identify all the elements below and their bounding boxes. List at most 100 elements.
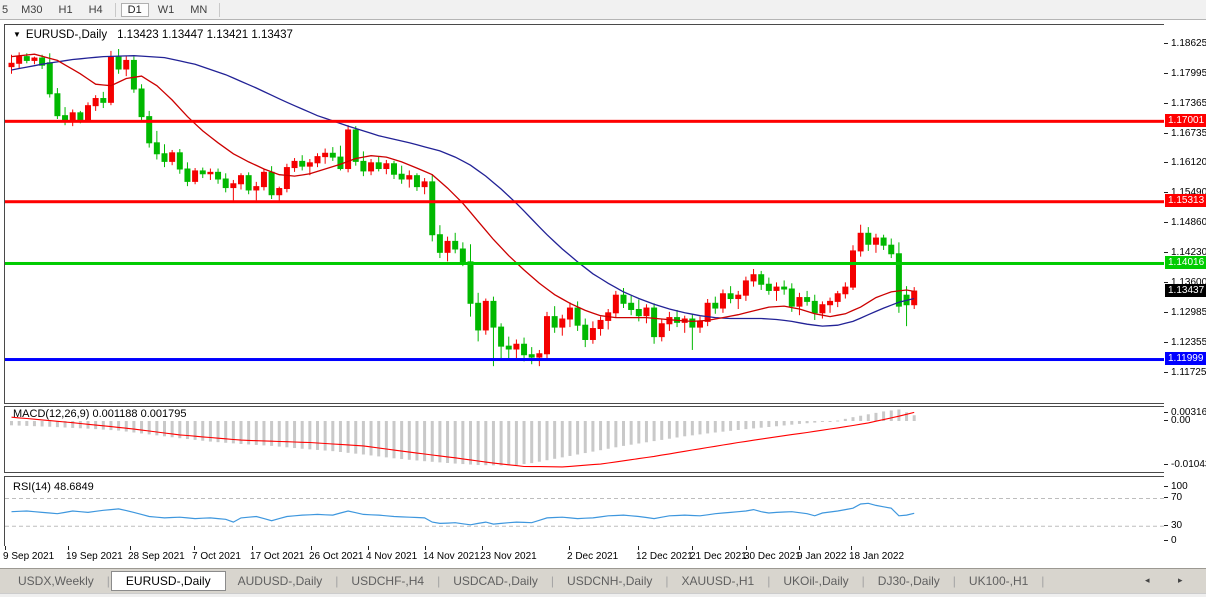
date-axis-tick — [311, 546, 312, 550]
price-axis-label: 1.17365 — [1171, 98, 1206, 109]
rsi-axis-label: 0 — [1171, 535, 1177, 546]
tab-xauusd-h1[interactable]: XAUUSD-,H1 — [670, 571, 767, 591]
price-level-tag: 1.17001 — [1165, 114, 1206, 127]
rsi-indicator-chart[interactable] — [4, 476, 1166, 548]
date-axis-tick — [194, 546, 195, 550]
price-axis-tick — [1164, 43, 1168, 44]
price-axis-label: 1.14860 — [1171, 217, 1206, 228]
tab-separator: | — [335, 574, 338, 588]
current-price-tag: 1.13437 — [1165, 284, 1206, 297]
date-axis-label: 2 Dec 2021 — [567, 551, 618, 562]
rsi-axis-tick — [1164, 540, 1168, 541]
tab-scroll-left-icon[interactable]: ◂ — [1145, 575, 1150, 586]
date-axis-tick — [692, 546, 693, 550]
tab-dj30-daily[interactable]: DJ30-,Daily — [866, 571, 952, 591]
timeframe-button-d1[interactable]: D1 — [121, 3, 149, 17]
tab-usdx-weekly[interactable]: USDX,Weekly — [6, 571, 106, 591]
date-axis-tick — [799, 546, 800, 550]
macd-axis-tick — [1164, 412, 1168, 413]
price-axis-label: 1.16735 — [1171, 128, 1206, 139]
tab-audusd-daily[interactable]: AUDUSD-,Daily — [226, 571, 335, 591]
date-axis-tick — [638, 546, 639, 550]
tab-separator: | — [862, 574, 865, 588]
timeframe-button-5[interactable]: 5 — [1, 3, 12, 17]
symbol-dropdown-icon[interactable]: ▼ — [13, 30, 21, 39]
date-axis-label: 7 Oct 2021 — [192, 551, 241, 562]
price-level-tag: 1.15313 — [1165, 194, 1206, 207]
date-axis-tick — [851, 546, 852, 550]
tab-scroll-right-icon[interactable]: ▸ — [1178, 575, 1183, 586]
tab-usdchf-h4[interactable]: USDCHF-,H4 — [339, 571, 436, 591]
date-axis-label: 28 Sep 2021 — [128, 551, 185, 562]
date-axis-label: 18 Jan 2022 — [849, 551, 904, 562]
date-axis-tick — [130, 546, 131, 550]
price-level-tag: 1.11999 — [1165, 352, 1206, 365]
date-axis-label: 12 Dec 2021 — [636, 551, 693, 562]
tab-separator: | — [767, 574, 770, 588]
price-level-tag: 1.14016 — [1165, 256, 1206, 269]
rsi-axis-label: 70 — [1171, 492, 1182, 503]
price-axis-label: 1.17995 — [1171, 68, 1206, 79]
price-level-line[interactable] — [5, 200, 1165, 203]
rsi-axis-label: 100 — [1171, 481, 1188, 492]
date-axis-label: 17 Oct 2021 — [250, 551, 304, 562]
date-axis[interactable]: 9 Sep 2021 19 Sep 2021 28 Sep 2021 7 Oct 20… — [0, 546, 1206, 566]
price-level-line[interactable] — [5, 358, 1165, 361]
price-axis-tick — [1164, 342, 1168, 343]
timeframe-button-m30[interactable]: M30 — [14, 3, 49, 17]
date-axis-label: 23 Nov 2021 — [480, 551, 537, 562]
date-axis-label: 26 Oct 2021 — [309, 551, 363, 562]
macd-axis-label: 0.00 — [1171, 415, 1190, 426]
price-axis-tick — [1164, 73, 1168, 74]
tab-ukoil-daily[interactable]: UKOil-,Daily — [771, 571, 860, 591]
date-axis-tick — [425, 546, 426, 550]
price-axis-tick — [1164, 192, 1168, 193]
date-axis-tick — [68, 546, 69, 550]
date-axis-label: 9 Sep 2021 — [3, 551, 54, 562]
price-axis-tick — [1164, 372, 1168, 373]
date-axis-label: 9 Jan 2022 — [797, 551, 847, 562]
price-axis-tick — [1164, 222, 1168, 223]
timeframe-button-mn[interactable]: MN — [183, 3, 214, 17]
toolbar-separator — [115, 3, 116, 17]
rsi-label: RSI(14) 48.6849 — [13, 481, 94, 493]
price-axis-label: 1.12985 — [1171, 307, 1206, 318]
date-axis-tick — [482, 546, 483, 550]
price-axis-tick — [1164, 252, 1168, 253]
macd-label: MACD(12,26,9) 0.001188 0.001795 — [13, 408, 186, 420]
price-axis[interactable]: 1.186251.179951.173651.167351.161201.154… — [1164, 24, 1206, 566]
chart-title: ▼ EURUSD-,Daily 1.13423 1.13447 1.13421 1.… — [13, 29, 293, 41]
candlestick-chart[interactable] — [4, 24, 1166, 404]
tab-separator: | — [665, 574, 668, 588]
date-axis-tick — [368, 546, 369, 550]
timeframe-button-h1[interactable]: H1 — [52, 3, 80, 17]
price-axis-label: 1.11725 — [1171, 367, 1206, 378]
date-axis-label: 4 Nov 2021 — [366, 551, 417, 562]
chart-symbol-label: EURUSD-,Daily — [26, 29, 107, 41]
macd-axis-tick — [1164, 464, 1168, 465]
chart-ohlc-values: 1.13423 1.13447 1.13421 1.13437 — [117, 29, 293, 41]
timeframe-button-h4[interactable]: H4 — [82, 3, 110, 17]
price-level-line[interactable] — [5, 262, 1165, 265]
price-axis-tick — [1164, 103, 1168, 104]
price-axis-label: 1.16120 — [1171, 157, 1206, 168]
tab-uk100-h1[interactable]: UK100-,H1 — [957, 571, 1040, 591]
price-level-line[interactable] — [5, 120, 1165, 123]
price-axis-tick — [1164, 162, 1168, 163]
tab-eurusd-daily[interactable]: EURUSD-,Daily — [111, 571, 226, 591]
date-axis-tick — [5, 546, 6, 550]
date-axis-tick — [569, 546, 570, 550]
timeframe-toolbar: 5M30H1H4 D1W1MN — [0, 0, 1206, 20]
tab-usdcad-daily[interactable]: USDCAD-,Daily — [441, 571, 550, 591]
date-axis-label: 19 Sep 2021 — [66, 551, 123, 562]
price-axis-tick — [1164, 133, 1168, 134]
macd-axis-label: -0.01043 — [1171, 459, 1206, 470]
timeframe-button-w1[interactable]: W1 — [151, 3, 182, 17]
toolbar-separator — [219, 3, 220, 17]
rsi-axis-tick — [1164, 497, 1168, 498]
date-axis-label: 14 Nov 2021 — [423, 551, 480, 562]
date-axis-tick — [746, 546, 747, 550]
rsi-axis-tick — [1164, 486, 1168, 487]
date-axis-tick — [252, 546, 253, 550]
tab-usdcnh-daily[interactable]: USDCNH-,Daily — [555, 571, 664, 591]
